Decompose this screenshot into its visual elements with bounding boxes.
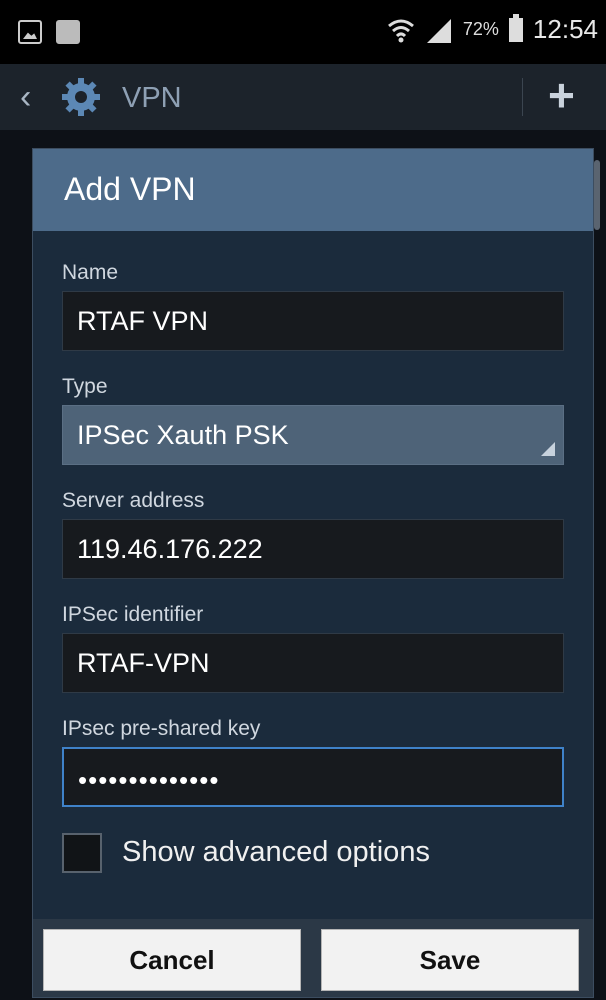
name-value: RTAF VPN: [77, 306, 209, 336]
ipsec-identifier-value: RTAF-VPN: [77, 648, 210, 678]
dialog-footer: Cancel Save: [33, 919, 593, 997]
type-value: IPSec Xauth PSK: [77, 420, 289, 450]
dialog-title: Add VPN: [64, 171, 196, 207]
clock: 12:54: [532, 14, 598, 44]
action-bar: ‹ VPN +: [0, 64, 606, 130]
gear-icon[interactable]: [60, 76, 102, 118]
ipsec-identifier-label: IPSec identifier: [62, 603, 204, 626]
ipsec-identifier-field[interactable]: RTAF-VPN: [62, 633, 564, 693]
message-icon: [56, 20, 80, 44]
save-button[interactable]: Save: [321, 929, 579, 991]
dialog-header: Add VPN: [33, 149, 593, 231]
advanced-options-checkbox[interactable]: [62, 833, 102, 873]
plus-icon[interactable]: +: [548, 70, 575, 120]
scrollbar: [594, 160, 600, 230]
psk-field[interactable]: ••••••••••••••: [62, 747, 564, 807]
battery-percent: 72%: [462, 19, 499, 39]
advanced-options-label[interactable]: Show advanced options: [122, 836, 430, 869]
gallery-icon: [18, 20, 42, 44]
psk-label: IPsec pre-shared key: [62, 717, 261, 740]
divider: [522, 78, 523, 116]
signal-icon: [426, 18, 451, 43]
cancel-button[interactable]: Cancel: [43, 929, 301, 991]
page-title: VPN: [122, 82, 182, 114]
server-address-label: Server address: [62, 489, 205, 512]
status-bar: 72% 12:54: [0, 0, 606, 64]
chevron-left-icon[interactable]: ‹: [20, 80, 31, 114]
name-label: Name: [62, 261, 119, 284]
type-label: Type: [62, 375, 108, 398]
server-address-field[interactable]: 119.46.176.222: [62, 519, 564, 579]
dropdown-corner-icon: [541, 442, 555, 456]
wifi-icon: [387, 19, 414, 42]
type-select[interactable]: IPSec Xauth PSK: [62, 405, 564, 465]
battery-icon: [508, 13, 523, 42]
psk-value: ••••••••••••••: [78, 765, 220, 795]
name-field[interactable]: RTAF VPN: [62, 291, 564, 351]
server-address-value: 119.46.176.222: [77, 534, 263, 564]
add-vpn-dialog: Add VPN Name RTAF VPN Type IPSec Xauth P…: [32, 148, 594, 998]
